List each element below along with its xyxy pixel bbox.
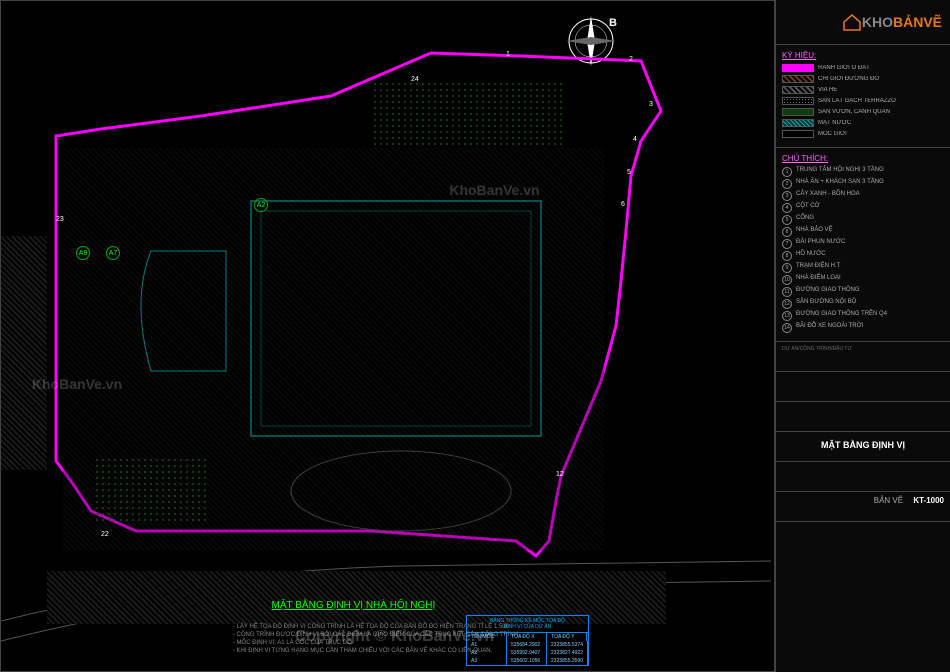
boundary-marker-2: 2 xyxy=(629,56,633,63)
empty-field-1 xyxy=(776,372,950,402)
boundary-marker-5: 5 xyxy=(627,169,631,176)
legend-swatch xyxy=(782,119,814,127)
boundary-marker-3: 3 xyxy=(649,101,653,108)
legend-swatch xyxy=(782,108,814,116)
legend-item: MỐC GIỚI xyxy=(782,130,944,138)
copyright-text: Copyright © KhoBanVe.vn xyxy=(295,628,494,646)
annotation-notes: CHÚ THÍCH: 1TRUNG TÂM HỘI NGHỊ 3 TẦNG 2N… xyxy=(776,148,950,342)
logo-text-2: BẢN xyxy=(893,14,923,30)
main-container: B 1 2 3 4 5 6 12 22 23 24 A9 A7 A2 xyxy=(0,0,950,672)
drawing-title-text: MẶT BẰNG ĐỊNH VỊ NHÀ HỘI NGHỊ xyxy=(272,600,436,611)
boundary-marker-1: 1 xyxy=(506,51,510,58)
boundary-marker-6: 6 xyxy=(621,201,625,208)
coord-row-2: A2 535992.9407 2323827.4922 xyxy=(467,649,588,657)
sheet-title: MẶT BẰNG ĐỊNH VỊ xyxy=(776,432,950,462)
boundary-marker-24: 24 xyxy=(411,76,419,83)
note-item: 14BÃI ĐỖ XE NGOÀI TRỜI xyxy=(782,323,944,333)
boundary-marker-23: 23 xyxy=(56,216,64,223)
note-item: 1TRUNG TÂM HỘI NGHỊ 3 TẦNG xyxy=(782,167,944,177)
note-item: 13ĐƯỜNG GIAO THÔNG TRÊN Q4 xyxy=(782,311,944,321)
note-item: 3CÂY XANH - BỒN HOA xyxy=(782,191,944,201)
landscape-area-1 xyxy=(94,457,210,524)
legend-swatch xyxy=(782,86,814,94)
legend-item: SÂN VƯỜN, CẢNH QUAN xyxy=(782,108,944,116)
legend-swatch xyxy=(782,97,814,105)
note-item: 8HỒ NƯỚC xyxy=(782,251,944,261)
boundary-marker-22: 22 xyxy=(101,531,109,538)
note-item: 7ĐÀI PHUN NƯỚC xyxy=(782,239,944,249)
sheet-number-block: BẢN VẼ KT-1000 xyxy=(776,492,950,522)
boundary-marker-4: 4 xyxy=(633,136,637,143)
legend-item: VỈA HÈ xyxy=(782,86,944,94)
legend-item: CHỈ GIỚI ĐƯỜNG ĐỎ xyxy=(782,75,944,83)
legend-item: SÂN LÁT GẠCH TERRAZZO xyxy=(782,97,944,105)
legend-swatch xyxy=(782,64,814,72)
legend-swatch xyxy=(782,130,814,138)
legend-item: RANH GIỚI Ô ĐẤT xyxy=(782,64,944,72)
coord-h2: TỌA ĐỘ X xyxy=(507,633,547,641)
logo-text-1: KHO xyxy=(862,14,893,30)
boundary-marker-12: 12 xyxy=(556,471,564,478)
title-block-panel: KHOBẢNVẼ KÝ HIỆU: RANH GIỚI Ô ĐẤT CHỈ GI… xyxy=(775,0,950,672)
landscape-area-2 xyxy=(372,81,565,148)
drawing-viewport[interactable]: B 1 2 3 4 5 6 12 22 23 24 A9 A7 A2 xyxy=(0,0,775,672)
project-field: DỰ ÁN/CÔNG TRÌNH/ĐẦU TƯ xyxy=(776,342,950,372)
drawing-title: MẶT BẰNG ĐỊNH VỊ NHÀ HỘI NGHỊ xyxy=(272,600,436,611)
empty-field-3 xyxy=(776,462,950,492)
note-item: 12SÂN ĐƯỜNG NỘI BỘ xyxy=(782,299,944,309)
axis-marker-a2: A2 xyxy=(254,198,268,212)
legend-title: KÝ HIỆU: xyxy=(782,51,944,60)
coord-row-3: A3 535602.1056 2323855.3590 xyxy=(467,657,588,665)
legend-section: KÝ HIỆU: RANH GIỚI Ô ĐẤT CHỈ GIỚI ĐƯỜNG … xyxy=(776,45,950,148)
sheet-num-label: BẢN VẼ xyxy=(874,496,903,505)
legend-swatch xyxy=(782,75,814,83)
note-item: 6NHÀ BẢO VỆ xyxy=(782,227,944,237)
logo: KHOBẢNVẼ xyxy=(776,0,950,45)
road-hatch-left xyxy=(1,236,47,471)
axis-marker-a7: A7 xyxy=(106,246,120,260)
note-item: 4CỘT CỜ xyxy=(782,203,944,213)
sheet-num-value: KT-1000 xyxy=(913,496,944,505)
note-item: 5CỔNG xyxy=(782,215,944,225)
project-label: DỰ ÁN/CÔNG TRÌNH/ĐẦU TƯ xyxy=(782,346,944,352)
notes-title: CHÚ THÍCH: xyxy=(782,154,944,163)
note-item: 2NHÀ ĂN + KHÁCH SẠN 3 TẦNG xyxy=(782,179,944,189)
note-item: 11ĐƯỜNG GIAO THÔNG xyxy=(782,287,944,297)
house-icon xyxy=(842,12,862,32)
coord-h3: TỌA ĐỘ Y xyxy=(547,633,587,641)
legend-item: MẶT NƯỚC xyxy=(782,119,944,127)
title-block-fields: DỰ ÁN/CÔNG TRÌNH/ĐẦU TƯ MẶT BẰNG ĐỊNH VỊ… xyxy=(776,342,950,672)
note-item: 10NHÀ ĐIỂM LOẠI xyxy=(782,275,944,285)
empty-field-2 xyxy=(776,402,950,432)
axis-marker-a9: A9 xyxy=(76,246,90,260)
logo-text-3: VẼ xyxy=(923,14,942,30)
note-item: 9TRẠM ĐIỆN H.T xyxy=(782,263,944,273)
